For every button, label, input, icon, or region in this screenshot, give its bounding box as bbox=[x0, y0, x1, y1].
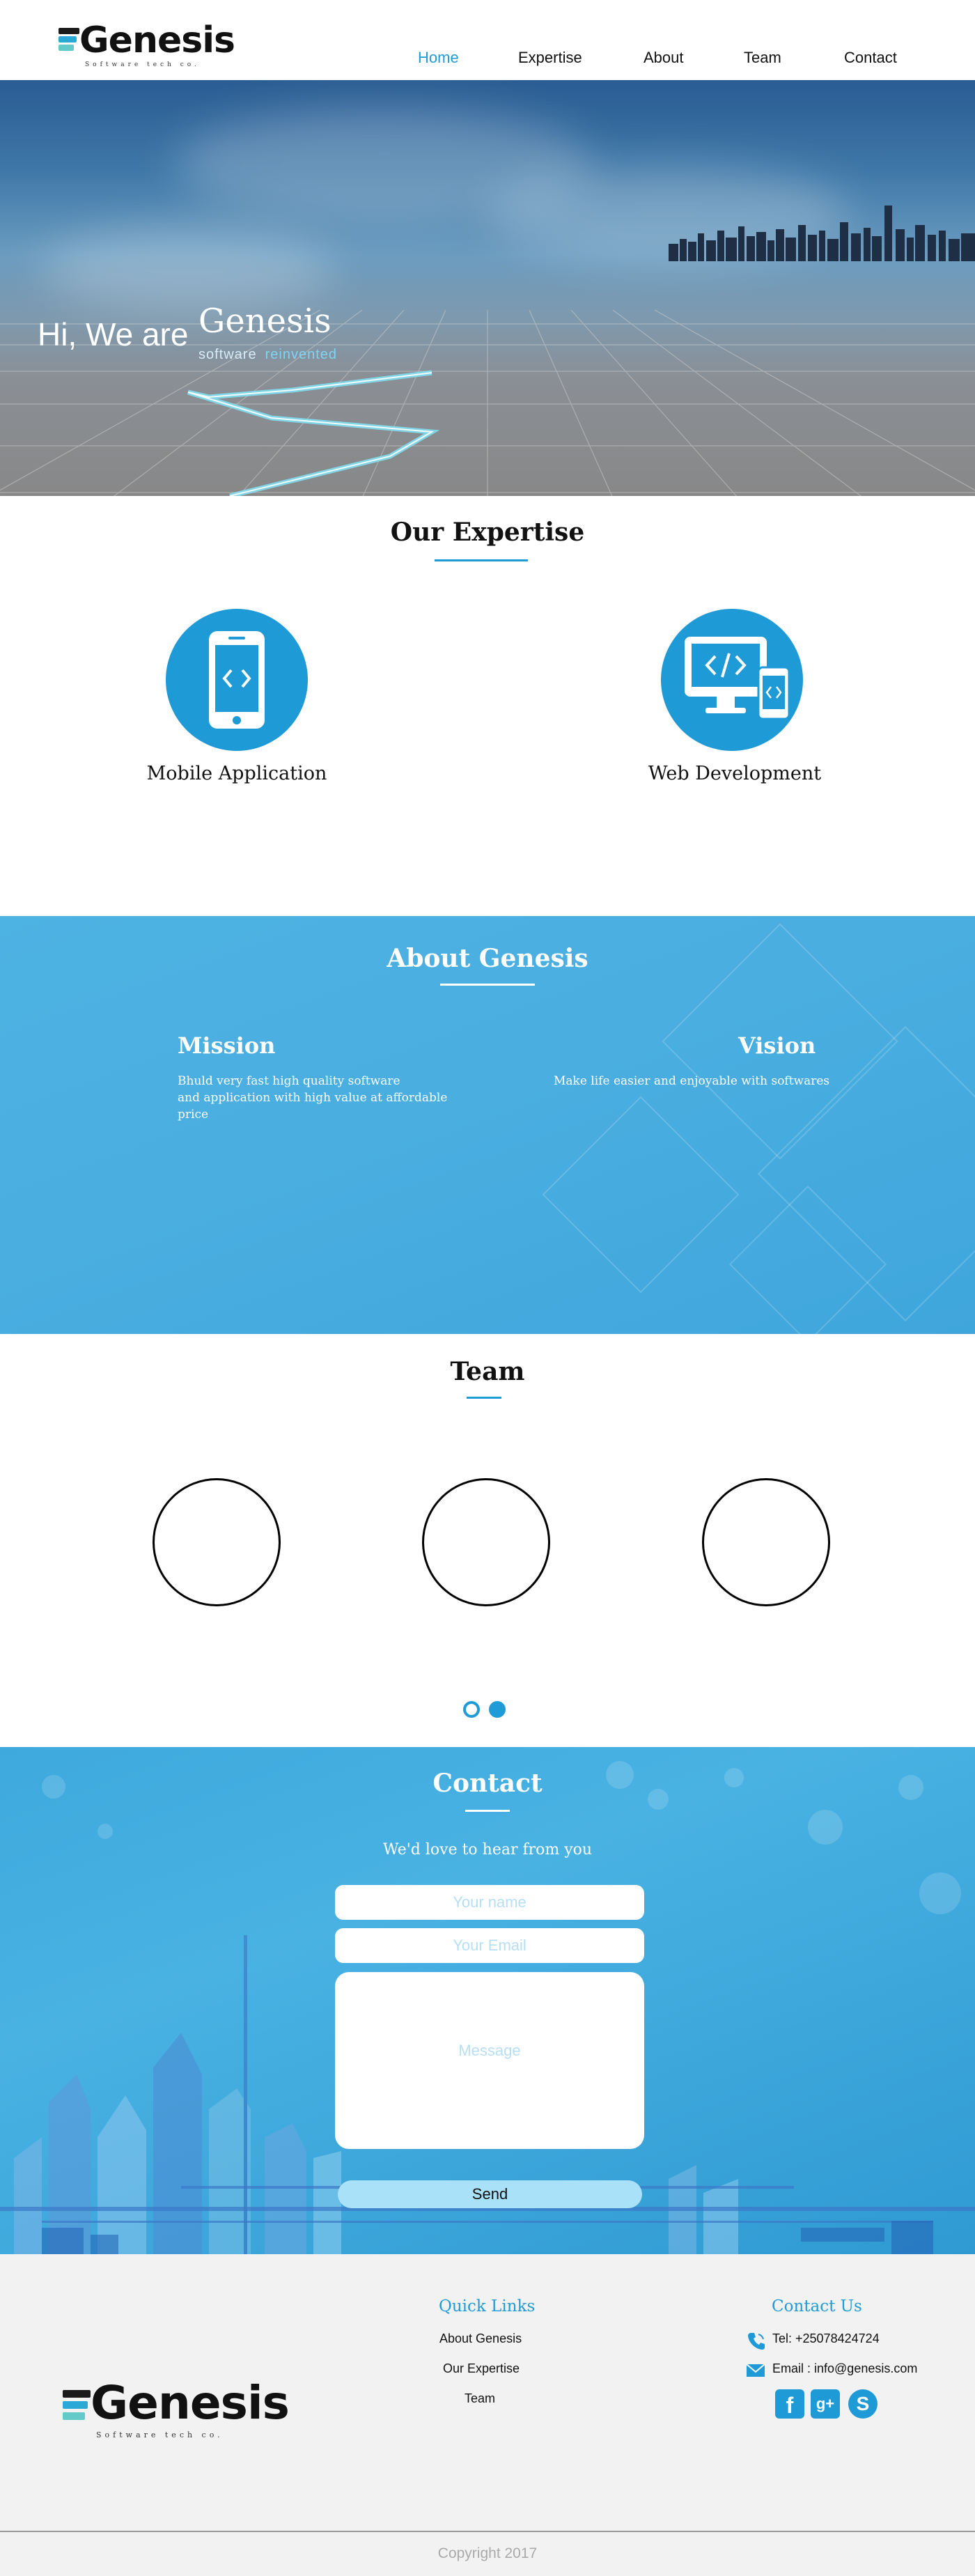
logo-tagline: Software tech co. bbox=[85, 61, 200, 68]
mobile-phone-code-icon bbox=[209, 631, 265, 729]
facebook-icon[interactable]: f bbox=[775, 2389, 804, 2419]
web-development-card[interactable] bbox=[661, 609, 803, 751]
expertise-label-mobile: Mobile Application bbox=[146, 763, 327, 784]
logo-tagline: Software tech co. bbox=[96, 2430, 224, 2439]
email-input[interactable] bbox=[335, 1928, 644, 1963]
mission-text-line: price bbox=[178, 1108, 209, 1122]
carousel-dot[interactable] bbox=[463, 1701, 480, 1718]
hero-greeting: Hi, We are bbox=[38, 316, 189, 352]
hero-city-skyline bbox=[669, 205, 975, 261]
expertise-label-web: Web Development bbox=[648, 763, 822, 784]
footer-phone: Tel: +25078424724 bbox=[772, 2331, 880, 2345]
contact-us-heading: Contact Us bbox=[772, 2297, 862, 2315]
team-member-avatar[interactable] bbox=[422, 1478, 550, 1606]
nav-item-expertise[interactable]: Expertise bbox=[518, 49, 582, 67]
about-bg-pattern bbox=[542, 1096, 740, 1294]
vision-heading: Vision bbox=[738, 1032, 816, 1059]
nav-item-team[interactable]: Team bbox=[744, 49, 781, 67]
mobile-application-card[interactable] bbox=[166, 609, 308, 751]
contact-bg-bubble bbox=[808, 1810, 843, 1845]
footer-link-about-genesis[interactable]: About Genesis bbox=[439, 2331, 522, 2346]
hero-subtitle: software reinvented bbox=[198, 347, 337, 363]
expertise-title-underline bbox=[435, 559, 528, 561]
google-plus-icon[interactable]: g+ bbox=[811, 2389, 840, 2419]
send-button[interactable]: Send bbox=[338, 2180, 642, 2208]
about-title-underline bbox=[440, 984, 535, 986]
skype-icon[interactable]: S bbox=[848, 2389, 878, 2419]
hero-subtitle-word: software bbox=[198, 347, 257, 362]
nav-item-home[interactable]: Home bbox=[418, 49, 459, 67]
logo-wordmark: Genesis bbox=[79, 20, 235, 61]
mission-heading: Mission bbox=[178, 1032, 276, 1059]
top-navigation-bar: Genesis Software tech co. Home Expertise… bbox=[0, 0, 975, 80]
contact-title: Contact bbox=[432, 1769, 543, 1798]
quick-links-heading: Quick Links bbox=[439, 2297, 536, 2315]
desktop-code-icon bbox=[685, 637, 790, 720]
footer-link-team[interactable]: Team bbox=[465, 2391, 495, 2406]
footer-divider bbox=[0, 2531, 975, 2532]
contact-subtitle: We'd love to hear from you bbox=[382, 1841, 593, 1859]
nav-item-about[interactable]: About bbox=[644, 49, 684, 67]
contact-section: Contact We'd love to hear from you Send bbox=[0, 1747, 975, 2254]
vision-text: Make life easier and enjoyable with soft… bbox=[554, 1074, 830, 1088]
about-title: About Genesis bbox=[387, 944, 588, 973]
team-member-avatar[interactable] bbox=[702, 1478, 830, 1606]
mail-icon bbox=[746, 2364, 765, 2377]
team-title: Team bbox=[450, 1357, 525, 1386]
footer: Genesis Software tech co. Quick Links Ab… bbox=[0, 2254, 975, 2576]
expertise-title: Our Expertise bbox=[390, 518, 585, 547]
hero-subtitle-word: reinvented bbox=[265, 347, 337, 362]
carousel-dot-active[interactable] bbox=[489, 1701, 506, 1718]
logo-wordmark: Genesis bbox=[91, 2376, 290, 2430]
nav-item-contact[interactable]: Contact bbox=[844, 49, 897, 67]
contact-bg-bubble bbox=[919, 1872, 961, 1914]
hero-banner: Hi, We are Genesis software reinvented bbox=[0, 80, 975, 496]
name-input[interactable] bbox=[335, 1885, 644, 1920]
team-member-avatar[interactable] bbox=[153, 1478, 281, 1606]
contact-title-underline bbox=[465, 1810, 510, 1812]
team-title-underline bbox=[467, 1397, 501, 1399]
copyright-text: Copyright 2017 bbox=[437, 2545, 538, 2561]
contact-bg-bubble bbox=[98, 1824, 113, 1839]
mission-text-line: and application with high value at affor… bbox=[178, 1091, 448, 1105]
mission-text: Bhuld very fast high quality software an… bbox=[178, 1073, 447, 1123]
phone-icon bbox=[748, 2333, 765, 2350]
about-section: About Genesis Mission Bhuld very fast hi… bbox=[0, 916, 975, 1334]
footer-link-our-expertise[interactable]: Our Expertise bbox=[443, 2361, 520, 2376]
genesis-logo[interactable]: Genesis Software tech co. bbox=[58, 20, 240, 72]
footer-genesis-logo[interactable]: Genesis Software tech co. bbox=[63, 2376, 290, 2446]
mission-text-line: Bhuld very fast high quality software bbox=[178, 1074, 400, 1088]
footer-email: Email : info@genesis.com bbox=[772, 2361, 918, 2375]
message-textarea[interactable] bbox=[335, 1972, 644, 2149]
hero-brand-name: Genesis bbox=[198, 302, 332, 341]
hero-light-trail bbox=[187, 370, 440, 496]
